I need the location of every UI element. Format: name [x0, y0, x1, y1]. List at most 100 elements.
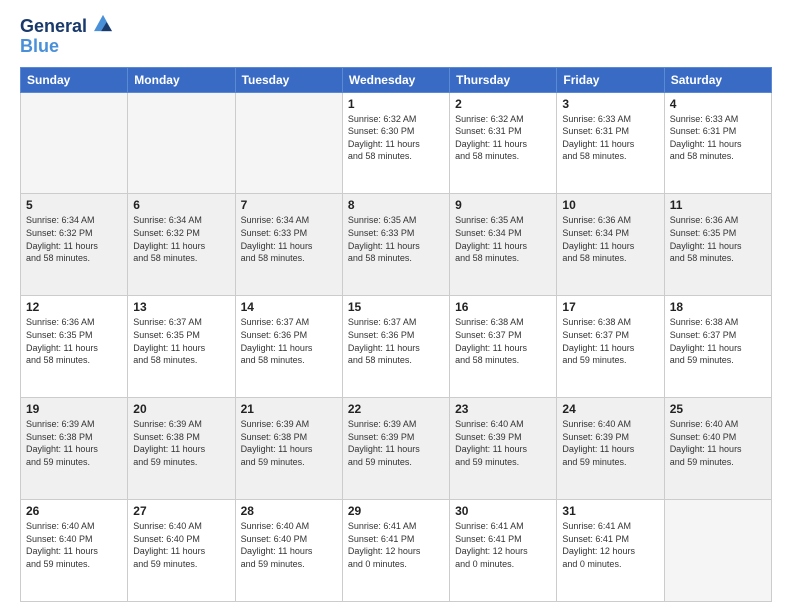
page: General Blue SundayMondayTuesdayWednesda… [0, 0, 792, 612]
day-number: 25 [670, 402, 766, 416]
day-info: Sunrise: 6:32 AMSunset: 6:31 PMDaylight:… [455, 113, 551, 163]
calendar-day-cell: 5 Sunrise: 6:34 AMSunset: 6:32 PMDaylight… [21, 194, 128, 296]
day-info: Sunrise: 6:38 AMSunset: 6:37 PMDaylight:… [562, 316, 658, 366]
weekday-header-friday: Friday [557, 67, 664, 92]
day-number: 22 [348, 402, 444, 416]
day-info: Sunrise: 6:40 AMSunset: 6:40 PMDaylight:… [26, 520, 122, 570]
day-number: 21 [241, 402, 337, 416]
day-number: 1 [348, 97, 444, 111]
logo-text: General [20, 16, 112, 37]
day-info: Sunrise: 6:41 AMSunset: 6:41 PMDaylight:… [348, 520, 444, 570]
day-number: 3 [562, 97, 658, 111]
weekday-header-saturday: Saturday [664, 67, 771, 92]
day-number: 9 [455, 198, 551, 212]
calendar-day-cell [235, 92, 342, 194]
logo-icon [94, 14, 112, 32]
weekday-header-thursday: Thursday [450, 67, 557, 92]
day-info: Sunrise: 6:40 AMSunset: 6:40 PMDaylight:… [133, 520, 229, 570]
day-number: 5 [26, 198, 122, 212]
day-number: 17 [562, 300, 658, 314]
calendar-week-row: 5 Sunrise: 6:34 AMSunset: 6:32 PMDaylight… [21, 194, 772, 296]
calendar-day-cell: 19 Sunrise: 6:39 AMSunset: 6:38 PMDayligh… [21, 398, 128, 500]
day-info: Sunrise: 6:40 AMSunset: 6:39 PMDaylight:… [455, 418, 551, 468]
weekday-header-tuesday: Tuesday [235, 67, 342, 92]
calendar-day-cell: 15 Sunrise: 6:37 AMSunset: 6:36 PMDayligh… [342, 296, 449, 398]
day-info: Sunrise: 6:36 AMSunset: 6:35 PMDaylight:… [26, 316, 122, 366]
day-number: 10 [562, 198, 658, 212]
day-info: Sunrise: 6:39 AMSunset: 6:38 PMDaylight:… [133, 418, 229, 468]
day-number: 26 [26, 504, 122, 518]
day-info: Sunrise: 6:32 AMSunset: 6:30 PMDaylight:… [348, 113, 444, 163]
day-number: 14 [241, 300, 337, 314]
day-info: Sunrise: 6:39 AMSunset: 6:38 PMDaylight:… [241, 418, 337, 468]
day-number: 19 [26, 402, 122, 416]
day-number: 2 [455, 97, 551, 111]
calendar-day-cell [128, 92, 235, 194]
day-info: Sunrise: 6:40 AMSunset: 6:40 PMDaylight:… [670, 418, 766, 468]
calendar-day-cell: 9 Sunrise: 6:35 AMSunset: 6:34 PMDaylight… [450, 194, 557, 296]
day-number: 30 [455, 504, 551, 518]
calendar-day-cell: 7Sunrise: 6:34 AMSunset: 6:33 PMDaylight… [235, 194, 342, 296]
calendar-week-row: 19 Sunrise: 6:39 AMSunset: 6:38 PMDayligh… [21, 398, 772, 500]
calendar-day-cell: 17 Sunrise: 6:38 AMSunset: 6:37 PMDayligh… [557, 296, 664, 398]
day-info: Sunrise: 6:33 AMSunset: 6:31 PMDaylight:… [562, 113, 658, 163]
day-number: 13 [133, 300, 229, 314]
day-info: Sunrise: 6:36 AMSunset: 6:34 PMDaylight:… [562, 214, 658, 264]
calendar-day-cell: 1 Sunrise: 6:32 AMSunset: 6:30 PMDaylight… [342, 92, 449, 194]
calendar-day-cell: 12Sunrise: 6:36 AMSunset: 6:35 PMDayligh… [21, 296, 128, 398]
day-number: 4 [670, 97, 766, 111]
day-number: 28 [241, 504, 337, 518]
calendar-week-row: 12Sunrise: 6:36 AMSunset: 6:35 PMDayligh… [21, 296, 772, 398]
calendar-day-cell: 6Sunrise: 6:34 AMSunset: 6:32 PMDaylight… [128, 194, 235, 296]
day-info: Sunrise: 6:36 AMSunset: 6:35 PMDaylight:… [670, 214, 766, 264]
calendar-day-cell: 11 Sunrise: 6:36 AMSunset: 6:35 PMDayligh… [664, 194, 771, 296]
calendar-day-cell: 28 Sunrise: 6:40 AMSunset: 6:40 PMDayligh… [235, 500, 342, 602]
day-info: Sunrise: 6:37 AMSunset: 6:36 PMDaylight:… [348, 316, 444, 366]
weekday-header-row: SundayMondayTuesdayWednesdayThursdayFrid… [21, 67, 772, 92]
calendar-day-cell: 20 Sunrise: 6:39 AMSunset: 6:38 PMDayligh… [128, 398, 235, 500]
calendar-day-cell: 16Sunrise: 6:38 AMSunset: 6:37 PMDayligh… [450, 296, 557, 398]
day-number: 20 [133, 402, 229, 416]
day-info: Sunrise: 6:33 AMSunset: 6:31 PMDaylight:… [670, 113, 766, 163]
day-info: Sunrise: 6:35 AMSunset: 6:34 PMDaylight:… [455, 214, 551, 264]
calendar-day-cell: 3 Sunrise: 6:33 AMSunset: 6:31 PMDaylight… [557, 92, 664, 194]
day-info: Sunrise: 6:34 AMSunset: 6:32 PMDaylight:… [133, 214, 229, 264]
day-info: Sunrise: 6:34 AMSunset: 6:32 PMDaylight:… [26, 214, 122, 264]
calendar-day-cell: 22Sunrise: 6:39 AMSunset: 6:39 PMDayligh… [342, 398, 449, 500]
calendar-week-row: 26 Sunrise: 6:40 AMSunset: 6:40 PMDayligh… [21, 500, 772, 602]
logo-blue-text: Blue [20, 37, 112, 57]
day-info: Sunrise: 6:41 AMSunset: 6:41 PMDaylight:… [562, 520, 658, 570]
calendar-day-cell: 26 Sunrise: 6:40 AMSunset: 6:40 PMDayligh… [21, 500, 128, 602]
calendar-day-cell [21, 92, 128, 194]
calendar-day-cell: 10 Sunrise: 6:36 AMSunset: 6:34 PMDayligh… [557, 194, 664, 296]
calendar-day-cell: 13 Sunrise: 6:37 AMSunset: 6:35 PMDayligh… [128, 296, 235, 398]
day-info: Sunrise: 6:35 AMSunset: 6:33 PMDaylight:… [348, 214, 444, 264]
day-info: Sunrise: 6:34 AMSunset: 6:33 PMDaylight:… [241, 214, 337, 264]
day-number: 11 [670, 198, 766, 212]
day-info: Sunrise: 6:39 AMSunset: 6:38 PMDaylight:… [26, 418, 122, 468]
day-info: Sunrise: 6:40 AMSunset: 6:40 PMDaylight:… [241, 520, 337, 570]
day-number: 16 [455, 300, 551, 314]
calendar-day-cell [664, 500, 771, 602]
calendar-day-cell: 8Sunrise: 6:35 AMSunset: 6:33 PMDaylight… [342, 194, 449, 296]
day-number: 18 [670, 300, 766, 314]
calendar-day-cell: 21 Sunrise: 6:39 AMSunset: 6:38 PMDayligh… [235, 398, 342, 500]
logo: General Blue [20, 16, 112, 57]
calendar-day-cell: 23Sunrise: 6:40 AMSunset: 6:39 PMDayligh… [450, 398, 557, 500]
day-info: Sunrise: 6:38 AMSunset: 6:37 PMDaylight:… [670, 316, 766, 366]
day-number: 15 [348, 300, 444, 314]
calendar-day-cell: 27Sunrise: 6:40 AMSunset: 6:40 PMDayligh… [128, 500, 235, 602]
calendar-day-cell: 31Sunrise: 6:41 AMSunset: 6:41 PMDayligh… [557, 500, 664, 602]
weekday-header-wednesday: Wednesday [342, 67, 449, 92]
calendar-day-cell: 24Sunrise: 6:40 AMSunset: 6:39 PMDayligh… [557, 398, 664, 500]
header: General Blue [20, 16, 772, 57]
day-info: Sunrise: 6:37 AMSunset: 6:36 PMDaylight:… [241, 316, 337, 366]
calendar-day-cell: 2 Sunrise: 6:32 AMSunset: 6:31 PMDaylight… [450, 92, 557, 194]
calendar-day-cell: 30Sunrise: 6:41 AMSunset: 6:41 PMDayligh… [450, 500, 557, 602]
day-info: Sunrise: 6:37 AMSunset: 6:35 PMDaylight:… [133, 316, 229, 366]
calendar-day-cell: 25 Sunrise: 6:40 AMSunset: 6:40 PMDayligh… [664, 398, 771, 500]
calendar-day-cell: 29Sunrise: 6:41 AMSunset: 6:41 PMDayligh… [342, 500, 449, 602]
calendar-day-cell: 14 Sunrise: 6:37 AMSunset: 6:36 PMDayligh… [235, 296, 342, 398]
calendar-day-cell: 4 Sunrise: 6:33 AMSunset: 6:31 PMDaylight… [664, 92, 771, 194]
day-info: Sunrise: 6:40 AMSunset: 6:39 PMDaylight:… [562, 418, 658, 468]
